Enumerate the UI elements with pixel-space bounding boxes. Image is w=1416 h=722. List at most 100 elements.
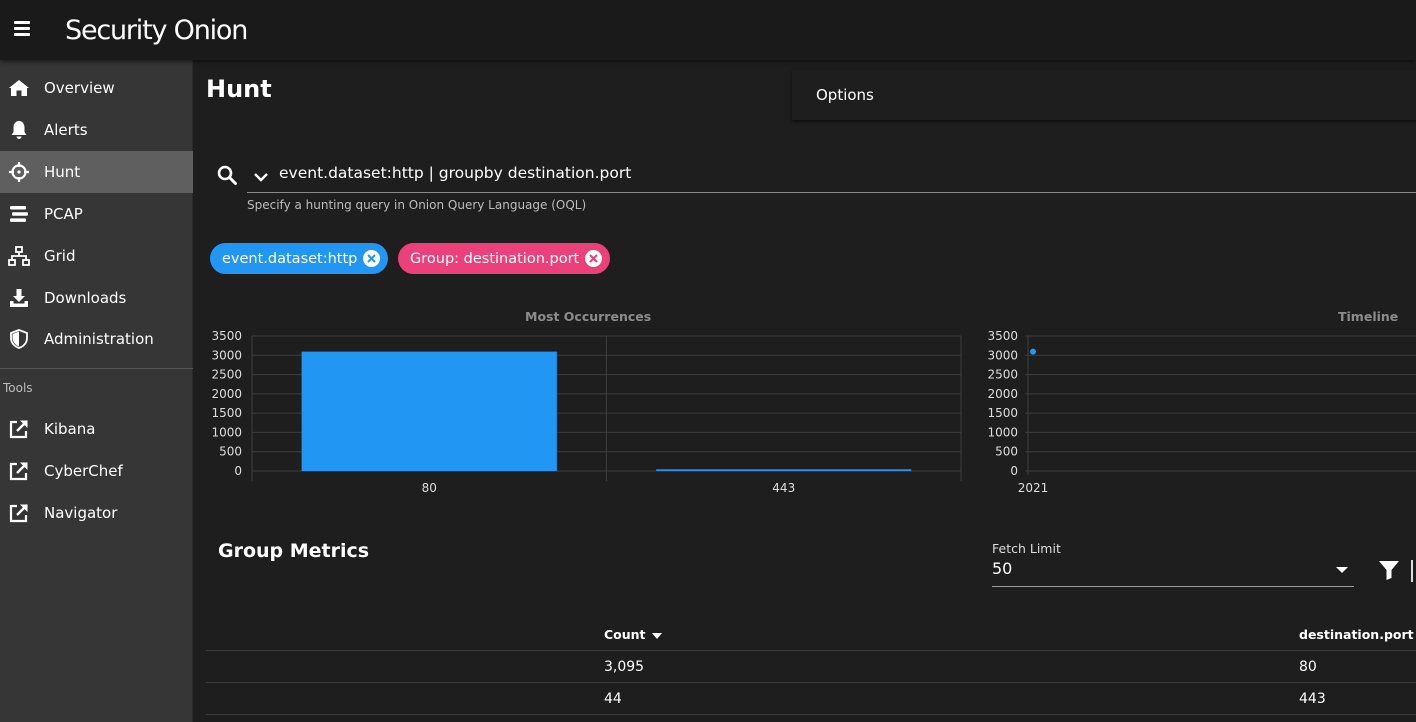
stream-icon xyxy=(8,203,30,225)
bar-chart-svg: 0 500 1000 1500 2000 2500 3000 3500 80 443 xyxy=(211,329,962,495)
shield-icon xyxy=(8,328,30,350)
close-icon[interactable] xyxy=(363,250,381,267)
app-root: Security Onion Overview Alerts Hunt PCAP… xyxy=(0,0,1416,722)
external-link-icon xyxy=(8,460,30,482)
column-header-destination-port[interactable]: destination.port xyxy=(1299,627,1414,642)
external-link-icon xyxy=(8,418,30,440)
y-tick-label: 1000 xyxy=(211,425,242,439)
y-tick-label: 2500 xyxy=(211,368,242,382)
y-tick-label: 0 xyxy=(234,464,242,478)
sidebar-divider xyxy=(0,368,193,369)
cell-count: 3,095 xyxy=(604,659,645,675)
search-row xyxy=(194,155,1416,197)
sidebar-item-cyberchef[interactable]: CyberChef xyxy=(0,450,193,492)
cell-count: 44 xyxy=(604,691,622,707)
x-tick-label: 80 xyxy=(422,481,437,495)
y-tick-label: 3000 xyxy=(987,348,1018,362)
y-tick-label: 2000 xyxy=(211,387,242,401)
y-tick-label: 1000 xyxy=(987,425,1018,439)
group-metrics-table: Count destination.port 3,095 80 44 443 xyxy=(206,620,1416,715)
menu-icon[interactable] xyxy=(10,16,34,40)
options-panel-header[interactable]: Options xyxy=(792,70,1416,120)
fetch-limit-label: Fetch Limit xyxy=(992,541,1061,556)
y-tick-label: 1500 xyxy=(211,406,242,420)
chip-label: event.dataset:http xyxy=(222,250,358,267)
column-header-label: Count xyxy=(604,627,646,642)
crosshairs-icon xyxy=(8,161,30,183)
sidebar-item-navigator[interactable]: Navigator xyxy=(0,492,193,534)
sidebar-item-label: Kibana xyxy=(44,420,96,438)
top-bar: Security Onion xyxy=(0,0,1416,60)
x-tick-label: 2021 xyxy=(1018,481,1049,495)
data-point xyxy=(1030,348,1036,355)
cell-destination-port: 80 xyxy=(1299,659,1317,675)
y-tick-label: 500 xyxy=(995,445,1018,459)
fetch-limit-underline xyxy=(992,586,1354,587)
filter-icon[interactable] xyxy=(1378,559,1400,581)
y-tick-label: 2000 xyxy=(987,387,1018,401)
logo-text: Security Onion xyxy=(65,14,248,46)
sidebar-item-alerts[interactable]: Alerts xyxy=(0,109,193,151)
external-link-icon xyxy=(8,502,30,524)
sort-desc-icon xyxy=(651,632,662,639)
sidebar-item-label: Administration xyxy=(44,330,154,348)
y-tick-label: 500 xyxy=(219,445,242,459)
y-tick-label: 0 xyxy=(1010,464,1018,478)
group-metrics-title: Group Metrics xyxy=(218,540,370,562)
close-icon[interactable] xyxy=(585,250,603,267)
sidebar-item-label: PCAP xyxy=(44,205,83,223)
bell-icon xyxy=(8,119,30,141)
page-title: Hunt xyxy=(206,75,272,103)
chevron-down-icon[interactable] xyxy=(251,167,271,187)
sidebar-item-downloads[interactable]: Downloads xyxy=(0,277,193,319)
query-input[interactable] xyxy=(279,161,1379,185)
home-icon xyxy=(8,77,30,99)
sitemap-icon xyxy=(8,245,30,267)
y-tick-label: 1500 xyxy=(987,406,1018,420)
most-occurrences-chart: Most Occurrences 0 500 1000 1500 2000 2500 300… xyxy=(194,305,974,505)
bar xyxy=(656,469,912,471)
sidebar-item-label: Overview xyxy=(44,79,115,97)
column-header-count[interactable]: Count xyxy=(604,627,662,642)
filter-input[interactable] xyxy=(1411,560,1416,582)
y-tick-label: 3500 xyxy=(211,329,242,343)
line-chart-svg: 0 500 1000 1500 2000 2500 3000 3500 2021 xyxy=(987,329,1416,495)
y-tick-label: 3500 xyxy=(987,329,1018,343)
sidebar-item-label: Grid xyxy=(44,247,76,265)
sidebar-item-administration[interactable]: Administration xyxy=(0,318,193,360)
group-chip[interactable]: Group: destination.port xyxy=(398,243,611,274)
fetch-limit-select[interactable]: Fetch Limit 50 xyxy=(992,540,1354,588)
logo[interactable]: Security Onion xyxy=(65,8,248,52)
sidebar-item-label: Navigator xyxy=(44,504,118,522)
sidebar-item-label: CyberChef xyxy=(44,462,123,480)
download-icon xyxy=(8,287,30,309)
table-row[interactable]: 3,095 80 xyxy=(206,651,1416,683)
y-tick-label: 2500 xyxy=(987,368,1018,382)
table-header: Count destination.port xyxy=(206,620,1416,651)
sidebar-item-grid[interactable]: Grid xyxy=(0,235,193,277)
sidebar-item-hunt[interactable]: Hunt xyxy=(0,151,193,193)
timeline-chart: Timeline 0 500 1000 1500 2000 2500 3000 3500 202… xyxy=(979,305,1416,505)
bar xyxy=(301,351,557,471)
filter-chip[interactable]: event.dataset:http xyxy=(210,243,389,274)
dropdown-arrow-icon xyxy=(1336,567,1348,573)
table-row[interactable]: 44 443 xyxy=(206,683,1416,715)
y-tick-label: 3000 xyxy=(211,348,242,362)
query-hint: Specify a hunting query in Onion Query L… xyxy=(247,198,587,212)
query-field xyxy=(247,155,1416,193)
search-icon[interactable] xyxy=(216,164,238,186)
sidebar-item-label: Downloads xyxy=(44,289,127,307)
cell-destination-port: 443 xyxy=(1299,691,1326,707)
chip-label: Group: destination.port xyxy=(410,250,580,267)
sidebar: Overview Alerts Hunt PCAP Grid Downloads… xyxy=(0,60,193,722)
sidebar-item-overview[interactable]: Overview xyxy=(0,67,193,109)
x-tick-label: 443 xyxy=(772,481,795,495)
sidebar-item-kibana[interactable]: Kibana xyxy=(0,408,193,450)
sidebar-item-label: Hunt xyxy=(44,163,81,181)
main-content: Hunt Options Specify a hunting query in … xyxy=(194,60,1416,722)
tools-section-label: Tools xyxy=(3,381,33,395)
column-header-label: destination.port xyxy=(1299,627,1414,642)
fetch-limit-value: 50 xyxy=(992,559,1013,578)
sidebar-item-pcap[interactable]: PCAP xyxy=(0,193,193,235)
options-label: Options xyxy=(816,86,874,104)
